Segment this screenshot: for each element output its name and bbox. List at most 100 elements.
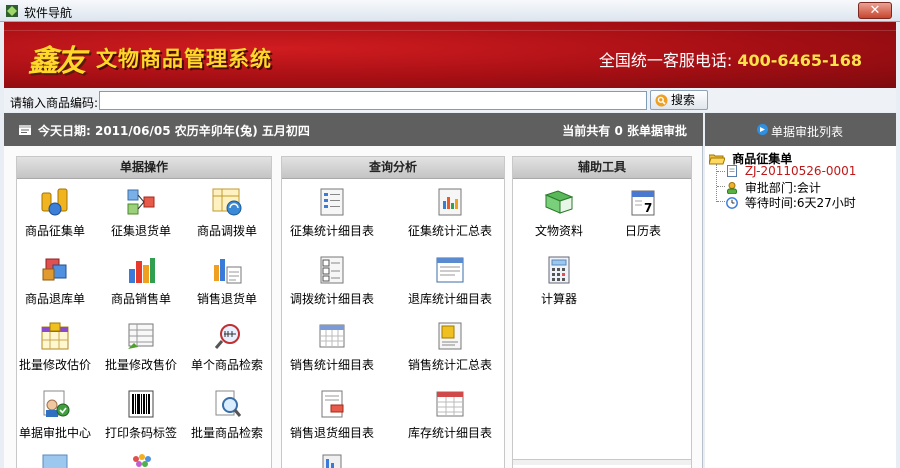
tool-product-collection[interactable]: 商品征集单 <box>7 187 103 239</box>
calendar-icon: 7 <box>631 190 655 216</box>
tool-label: 征集统计细目表 <box>289 224 374 238</box>
panel-title: 查询分析 <box>282 157 504 179</box>
tool-product-return-stock[interactable]: 商品退库单 <box>7 255 103 307</box>
tool-label: 批量修改估价 <box>18 358 91 372</box>
banner-stripe <box>4 30 896 31</box>
tree-item-doc-number[interactable]: ZJ-20110526-0001 <box>717 164 856 178</box>
tool-batch-edit-valuation[interactable]: 批量修改估价 <box>7 321 103 373</box>
close-button[interactable]: ✕ <box>858 2 892 19</box>
tool-collection-return[interactable]: 征集退货单 <box>93 187 189 239</box>
search-button[interactable]: 搜索 <box>650 90 708 110</box>
building-report-icon <box>322 454 342 468</box>
product-code-input[interactable] <box>99 91 647 110</box>
tool-product-sales[interactable]: 商品销售单 <box>93 255 189 307</box>
tool-approval-center[interactable]: 单据审批中心 <box>7 389 103 441</box>
tool-inventory-detail[interactable]: 库存统计细目表 <box>402 389 498 441</box>
tool-label: 销售统计细目表 <box>289 358 374 372</box>
calendar-grid-icon <box>41 322 69 350</box>
approval-list-header[interactable]: 单据审批列表 <box>705 113 896 146</box>
user-icon <box>727 182 737 194</box>
tool-sales-return-detail[interactable]: 销售退货细目表 <box>284 389 380 441</box>
clock-icon <box>726 197 738 209</box>
arrow-right-icon <box>757 124 768 135</box>
tool-label: 征集统计汇总表 <box>407 224 492 238</box>
tool-transfer-detail[interactable]: 调拨统计细目表 <box>284 255 380 307</box>
window-title: 软件导航 <box>24 6 73 20</box>
coins-icon <box>41 188 68 216</box>
tool-palette-partial[interactable] <box>93 449 189 468</box>
panel-footer <box>513 459 691 465</box>
summary-report-icon <box>438 322 462 350</box>
tool-label: 商品销售单 <box>110 292 171 306</box>
book-icon <box>544 190 574 214</box>
tool-label: 调拨统计细目表 <box>289 292 374 306</box>
tool-sales-detail[interactable]: 销售统计细目表 <box>284 321 380 373</box>
transfer-sheet-icon <box>212 188 242 216</box>
tool-batch-product-search[interactable]: 批量商品检索 <box>179 389 275 441</box>
tool-label: 销售统计汇总表 <box>407 358 492 372</box>
table-edit-icon <box>128 323 154 349</box>
tool-collection-summary[interactable]: 征集统计汇总表 <box>402 187 498 239</box>
tool-batch-edit-price[interactable]: 批量修改售价 <box>93 321 189 373</box>
tool-calendar[interactable]: 7 日历表 <box>595 187 691 239</box>
calendar-report-icon <box>319 324 345 348</box>
window-report-icon <box>436 257 464 283</box>
chart-sheet-icon <box>214 259 242 284</box>
bar-chart-icon <box>129 258 155 283</box>
chart-report-icon <box>438 188 462 216</box>
tool-single-product-search[interactable]: 单个商品检索 <box>179 321 275 373</box>
main-content: 单据操作 商品征集单 征集退货单 商品调拨单 商品退库单 商品销售单 销售退货单… <box>4 146 703 468</box>
wait-time: 等待时间:6天27小时 <box>744 196 856 210</box>
search-label: 请输入商品编码: <box>10 96 99 110</box>
tool-calculator[interactable]: 计算器 <box>511 255 607 307</box>
tool-label: 库存统计细目表 <box>407 426 492 440</box>
approval-list-label: 单据审批列表 <box>771 125 844 139</box>
users-approve-icon <box>43 390 70 417</box>
calculator-icon <box>548 256 570 284</box>
tool-label: 征集退货单 <box>110 224 171 238</box>
doc-number: ZJ-20110526-0001 <box>744 164 857 178</box>
tool-product-transfer[interactable]: 商品调拨单 <box>179 187 275 239</box>
tool-label: 打印条码标签 <box>104 426 177 440</box>
magnifier-doc-icon <box>215 390 242 417</box>
hotline-number: 400-6465-168 <box>737 51 862 70</box>
numbered-list-icon <box>320 256 344 284</box>
hotline-label: 全国统一客服电话: <box>598 51 733 70</box>
tool-sales-return[interactable]: 销售退货单 <box>179 255 275 307</box>
tool-label: 日历表 <box>624 224 661 238</box>
tool-return-stock-detail[interactable]: 退库统计细目表 <box>402 255 498 307</box>
tool-label: 单个商品检索 <box>190 358 263 372</box>
tool-label: 商品征集单 <box>24 224 85 238</box>
app-icon <box>6 5 18 17</box>
panel-aux-tools: 辅助工具 文物资料 7 日历表 计算器 <box>512 156 692 468</box>
palette-icon <box>133 454 151 467</box>
calendar-note-icon <box>19 125 31 135</box>
search-icon <box>655 94 668 107</box>
tool-label: 计算器 <box>540 292 577 306</box>
tool-report-partial[interactable] <box>284 449 380 468</box>
document-icon <box>727 165 737 177</box>
window-title-bar: 软件导航 ✕ <box>0 0 900 22</box>
search-scan-icon <box>214 324 240 349</box>
panel-title: 单据操作 <box>17 157 271 179</box>
info-bar: 今天日期: 2011/06/05 农历辛卯年(兔) 五月初四 当前共有 0 张单… <box>4 113 703 146</box>
panel-query-analysis: 查询分析 征集统计细目表 征集统计汇总表 调拨统计细目表 退库统计细目表 销售统… <box>281 156 505 468</box>
tool-collection-detail[interactable]: 征集统计细目表 <box>284 187 380 239</box>
tool-relic-info[interactable]: 文物资料 <box>511 187 607 239</box>
tool-image-partial[interactable] <box>7 449 103 468</box>
search-button-label: 搜索 <box>671 93 696 107</box>
svg-text:7: 7 <box>644 201 652 215</box>
return-flow-icon <box>127 189 155 215</box>
panel-document-operations: 单据操作 商品征集单 征集退货单 商品调拨单 商品退库单 商品销售单 销售退货单… <box>16 156 272 468</box>
list-report-icon <box>320 188 344 216</box>
tool-print-barcode[interactable]: 打印条码标签 <box>93 389 189 441</box>
tool-label: 退库统计细目表 <box>407 292 492 306</box>
tool-label: 单据审批中心 <box>18 426 91 440</box>
pending-count: 当前共有 0 张单据审批 <box>562 124 687 138</box>
logo-mark: 鑫友 <box>28 44 86 79</box>
tool-sales-summary[interactable]: 销售统计汇总表 <box>402 321 498 373</box>
search-row: 请输入商品编码: 搜索 <box>4 88 896 112</box>
tree-item-wait-time: 等待时间:6天27小时 <box>717 194 856 211</box>
inventory-table-icon <box>436 391 464 417</box>
picture-icon <box>42 454 68 468</box>
